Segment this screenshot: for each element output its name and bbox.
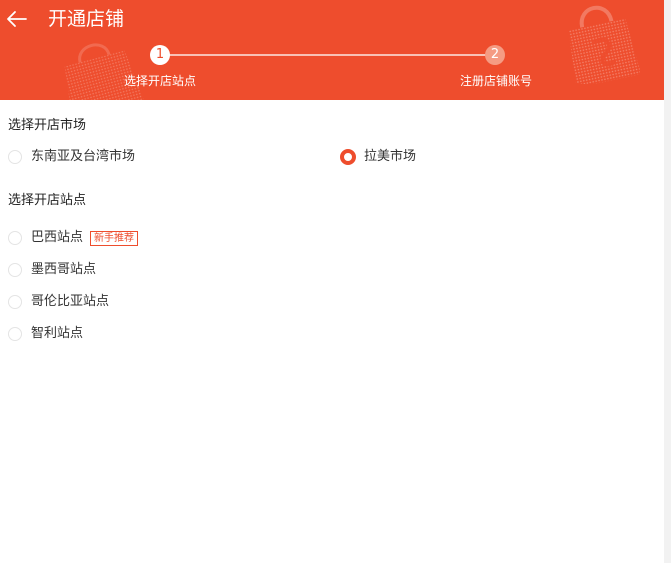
site-option-label: 巴西站点	[31, 230, 84, 245]
shopping-bag-decoration-icon	[64, 43, 144, 100]
market-option-label: 拉美市场	[364, 149, 417, 164]
radio-button[interactable]	[8, 150, 22, 164]
stepper-progress-line	[168, 54, 490, 56]
step-2-indicator: 2	[485, 45, 505, 65]
site-option-label: 哥伦比亚站点	[31, 294, 110, 309]
shopping-bag-decoration-icon	[568, 5, 640, 84]
header-bar: 开通店铺 1 2 选择开店站点 注册店铺账号	[0, 0, 664, 100]
step-2-label: 注册店铺账号	[460, 74, 533, 88]
market-option-southeast-asia-taiwan[interactable]: 东南亚及台湾市场	[8, 147, 135, 167]
market-option-label: 东南亚及台湾市场	[31, 149, 136, 164]
radio-button-checked[interactable]	[340, 149, 356, 165]
step-1-label: 选择开店站点	[124, 74, 197, 88]
site-option-label: 墨西哥站点	[31, 262, 97, 277]
site-option-label: 智利站点	[31, 326, 84, 341]
market-section-title: 选择开店市场	[8, 118, 87, 133]
site-option-brazil[interactable]: 巴西站点 新手推荐	[8, 228, 139, 248]
market-option-latin-america[interactable]: 拉美市场	[340, 147, 416, 167]
site-option-colombia[interactable]: 哥伦比亚站点	[8, 292, 109, 312]
page-title: 开通店铺	[48, 8, 125, 30]
radio-button[interactable]	[8, 327, 22, 341]
radio-button[interactable]	[8, 231, 22, 245]
radio-button[interactable]	[8, 263, 22, 277]
recommended-badge: 新手推荐	[90, 230, 139, 246]
site-section-title: 选择开店站点	[8, 193, 87, 208]
step-1-indicator: 1	[150, 45, 170, 65]
site-option-chile[interactable]: 智利站点	[8, 324, 83, 344]
back-button[interactable]	[4, 6, 30, 32]
site-option-mexico[interactable]: 墨西哥站点	[8, 260, 96, 280]
arrow-left-icon	[7, 11, 27, 27]
scrollbar-track	[664, 0, 671, 563]
radio-button[interactable]	[8, 295, 22, 309]
app-window: 开通店铺 1 2 选择开店站点 注册店铺账号 选择开店市场 东南亚及台湾市场 拉…	[0, 0, 671, 563]
